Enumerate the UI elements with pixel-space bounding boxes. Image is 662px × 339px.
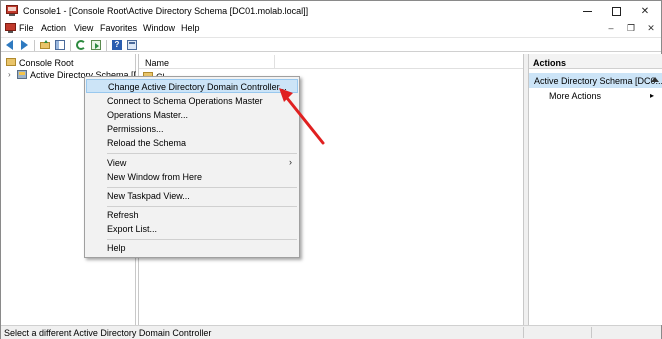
status-bar: Select a different Active Directory Doma… bbox=[1, 325, 661, 339]
column-header-name[interactable]: Name bbox=[145, 58, 169, 68]
help-icon: ? bbox=[112, 40, 122, 50]
refresh-icon bbox=[76, 40, 86, 50]
toolbar: ? bbox=[1, 37, 661, 52]
menu-file[interactable]: File bbox=[19, 23, 34, 33]
menu-item-change-dc[interactable]: Change Active Directory Domain Controlle… bbox=[86, 79, 298, 93]
export-list-icon bbox=[91, 40, 101, 50]
back-arrow-icon bbox=[6, 40, 13, 50]
menu-item-help[interactable]: Help bbox=[86, 241, 298, 255]
submenu-chevron-icon: › bbox=[289, 157, 292, 167]
menu-item-reload-schema[interactable]: Reload the Schema bbox=[86, 136, 298, 150]
mmc-app-icon[interactable] bbox=[6, 5, 18, 16]
actions-section-label: Active Directory Schema [DC0... bbox=[534, 76, 662, 86]
menu-view[interactable]: View bbox=[74, 23, 93, 33]
expand-chevron-icon[interactable]: › bbox=[8, 70, 11, 79]
up-one-level-button[interactable] bbox=[39, 39, 51, 51]
console-menu-icon[interactable] bbox=[5, 23, 16, 33]
help-button[interactable]: ? bbox=[111, 39, 123, 51]
forward-button[interactable] bbox=[18, 39, 30, 51]
menu-item-connect-schema-master[interactable]: Connect to Schema Operations Master bbox=[86, 94, 298, 108]
actions-pane: Actions Active Directory Schema [DC0... … bbox=[528, 54, 662, 325]
actions-section-ad-schema[interactable]: Active Directory Schema [DC0... bbox=[529, 73, 662, 88]
column-header-bar: Name bbox=[139, 54, 523, 69]
forward-arrow-icon bbox=[21, 40, 28, 50]
tree-label-console-root: Console Root bbox=[19, 58, 74, 68]
menu-action[interactable]: Action bbox=[41, 23, 66, 33]
console-tree-icon bbox=[55, 40, 65, 50]
collapse-arrow-icon[interactable] bbox=[651, 77, 659, 82]
maximize-button[interactable] bbox=[602, 1, 630, 21]
window-title: Console1 - [Console Root\Active Director… bbox=[23, 6, 309, 16]
menu-separator bbox=[107, 187, 297, 188]
status-text: Select a different Active Directory Doma… bbox=[4, 328, 212, 338]
more-actions-item[interactable]: More Actions ▸ bbox=[529, 89, 662, 103]
show-hide-action-pane-button[interactable] bbox=[126, 39, 138, 51]
menu-item-new-window[interactable]: New Window from Here bbox=[86, 170, 298, 184]
mmc-window: Console1 - [Console Root\Active Director… bbox=[0, 0, 662, 339]
actions-title: Actions bbox=[533, 58, 567, 68]
folder-icon bbox=[6, 58, 16, 66]
folder-up-icon bbox=[40, 40, 50, 49]
minimize-button[interactable] bbox=[573, 1, 601, 21]
child-minimize-icon[interactable]: – bbox=[605, 22, 617, 34]
child-restore-icon[interactable]: ❐ bbox=[625, 22, 637, 34]
menu-item-refresh[interactable]: Refresh bbox=[86, 208, 298, 222]
menu-item-operations-master[interactable]: Operations Master... bbox=[86, 108, 298, 122]
schema-snapin-icon bbox=[17, 70, 27, 79]
child-close-icon[interactable]: ✕ bbox=[645, 22, 657, 34]
title-bar: Console1 - [Console Root\Active Director… bbox=[1, 1, 661, 21]
menu-window[interactable]: Window bbox=[143, 23, 175, 33]
close-icon: ✕ bbox=[640, 5, 650, 17]
minimize-icon bbox=[582, 10, 592, 12]
menu-help[interactable]: Help bbox=[181, 23, 200, 33]
submenu-arrow-icon: ▸ bbox=[650, 91, 655, 100]
menu-item-export-list[interactable]: Export List... bbox=[86, 222, 298, 236]
show-hide-tree-button[interactable] bbox=[54, 39, 66, 51]
back-button[interactable] bbox=[4, 39, 16, 51]
close-button[interactable]: ✕ bbox=[631, 1, 659, 21]
export-list-button[interactable] bbox=[90, 39, 102, 51]
menu-separator bbox=[107, 153, 297, 154]
red-annotation-arrow-icon bbox=[279, 88, 325, 145]
menu-item-permissions[interactable]: Permissions... bbox=[86, 122, 298, 136]
maximize-icon bbox=[611, 6, 621, 16]
actions-header: Actions bbox=[529, 54, 662, 69]
column-divider[interactable] bbox=[274, 55, 275, 68]
refresh-button[interactable] bbox=[75, 39, 87, 51]
menu-bar: File Action View Favorites Window Help –… bbox=[1, 21, 661, 36]
menu-item-new-taskpad-view[interactable]: New Taskpad View... bbox=[86, 189, 298, 203]
context-menu: Change Active Directory Domain Controlle… bbox=[84, 76, 300, 258]
menu-item-view[interactable]: View › bbox=[86, 156, 298, 170]
menu-favorites[interactable]: Favorites bbox=[100, 23, 137, 33]
more-actions-label: More Actions bbox=[549, 91, 602, 101]
menu-separator bbox=[107, 206, 297, 207]
action-pane-icon bbox=[127, 40, 137, 50]
menu-separator bbox=[107, 239, 297, 240]
tree-item-console-root[interactable]: Console Root bbox=[2, 57, 136, 69]
